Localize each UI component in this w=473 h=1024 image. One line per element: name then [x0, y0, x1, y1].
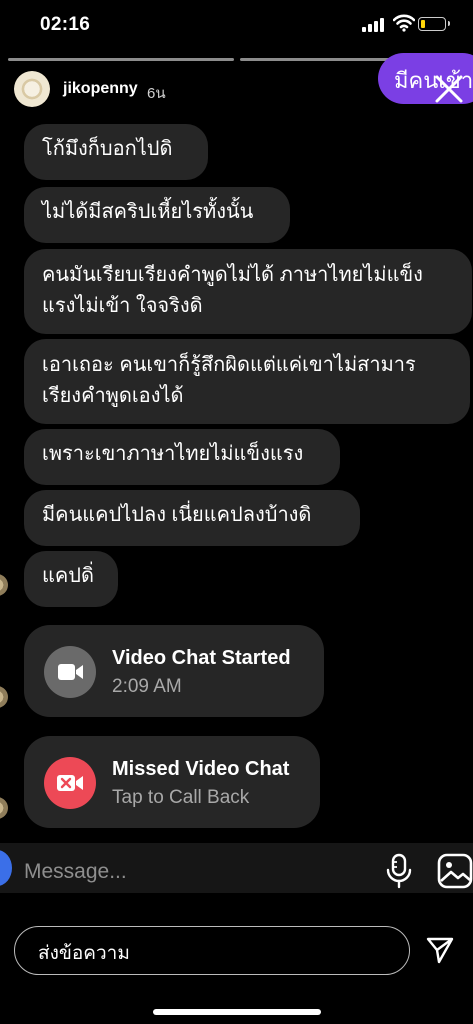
message-bubble[interactable]: เอาเถอะ คนเขาก็รู้สึกผิดแต่แค่เขาไม่สามา…: [24, 339, 470, 424]
home-indicator[interactable]: [153, 1009, 321, 1015]
sender-avatar: [0, 574, 8, 596]
sender-avatar: [0, 686, 8, 708]
reply-placeholder: ส่งข้อความ: [38, 943, 130, 964]
video-camera-icon: [44, 646, 96, 698]
video-chat-started-card[interactable]: Video Chat Started 2:09 AM: [24, 625, 324, 717]
message-text: แคปดิ่: [42, 565, 94, 587]
card-title: Missed Video Chat: [112, 758, 290, 780]
cellular-signal-icon: [362, 18, 384, 32]
close-icon[interactable]: [432, 72, 466, 106]
sender-avatar: [0, 797, 8, 819]
message-text: ไม่ได้มีสคริปเหี้ยไรทั้งนั้น: [42, 201, 254, 223]
missed-video-chat-card[interactable]: Missed Video Chat Tap to Call Back: [24, 736, 320, 828]
wifi-icon: [393, 14, 415, 32]
card-subtitle: 2:09 AM: [112, 676, 182, 697]
message-text: คนมันเรียบเรียงคำพูดไม่ได้ ภาษาไทยไม่แข็…: [42, 264, 423, 317]
message-text: โก้มึงก็บอกไปดิ: [42, 138, 173, 160]
message-bubble[interactable]: คนมันเรียบเรียงคำพูดไม่ได้ ภาษาไทยไม่แข็…: [24, 249, 472, 334]
story-progress-bar: [8, 58, 234, 61]
message-bubble[interactable]: มีคนแคปไปลง เนี่ยแคปลงบ้างดิ: [24, 490, 360, 546]
message-bubble[interactable]: แคปดิ่: [24, 551, 118, 607]
microphone-icon[interactable]: [384, 853, 414, 889]
username[interactable]: jikopenny: [63, 80, 138, 98]
message-bubble[interactable]: เพราะเขาภาษาไทยไม่แข็งแรง: [24, 429, 340, 485]
gallery-icon[interactable]: [436, 852, 473, 890]
send-icon[interactable]: [425, 935, 455, 965]
post-time: 6น: [147, 85, 166, 102]
avatar[interactable]: [14, 71, 50, 107]
battery-icon: [418, 17, 450, 31]
card-title: Video Chat Started: [112, 647, 291, 669]
message-text: เอาเถอะ คนเขาก็รู้สึกผิดแต่แค่เขาไม่สามา…: [42, 354, 416, 407]
message-text: เพราะเขาภาษาไทยไม่แข็งแรง: [42, 443, 304, 465]
message-bubble[interactable]: ไม่ได้มีสคริปเหี้ยไรทั้งนั้น: [24, 187, 290, 243]
missed-video-icon: [44, 757, 96, 809]
message-input[interactable]: Message...: [24, 860, 127, 884]
card-subtitle: Tap to Call Back: [112, 787, 250, 808]
status-time: 02:16: [40, 14, 91, 35]
message-bubble[interactable]: โก้มึงก็บอกไปดิ: [24, 124, 208, 180]
message-text: มีคนแคปไปลง เนี่ยแคปลงบ้างดิ: [42, 504, 312, 526]
